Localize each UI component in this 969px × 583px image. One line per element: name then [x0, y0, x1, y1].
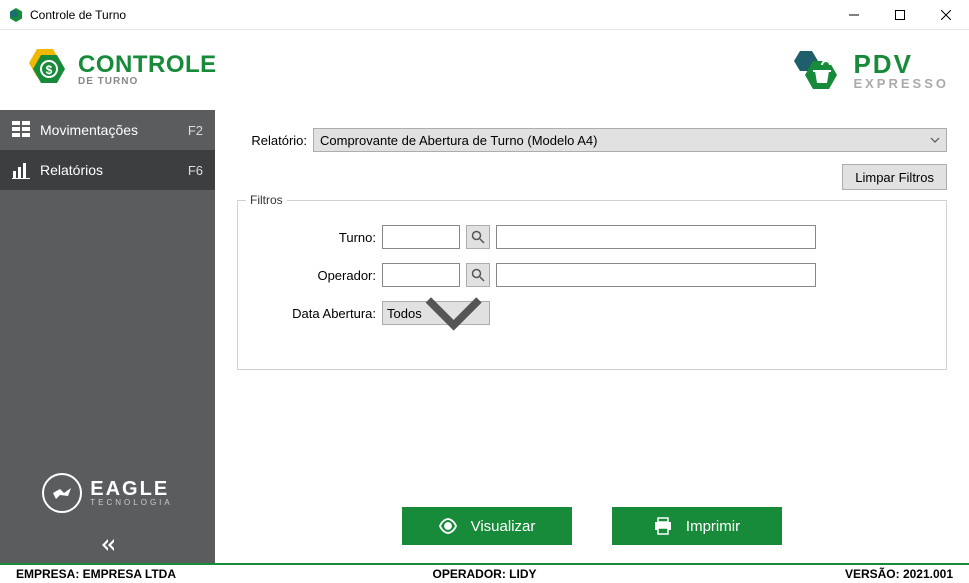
- turno-label: Turno:: [256, 230, 376, 245]
- sidebar: Movimentações F2 Relatórios F6 EAGLE TEC…: [0, 110, 215, 563]
- sidebar-item-label: Relatórios: [40, 162, 188, 178]
- imprimir-label: Imprimir: [686, 518, 740, 535]
- eagle-logo: EAGLE TECNOLOGIA: [0, 459, 215, 527]
- sidebar-item-movimentacoes[interactable]: Movimentações F2: [0, 110, 215, 150]
- eagle-sub: TECNOLOGIA: [90, 499, 172, 507]
- data-abertura-label: Data Abertura:: [256, 306, 376, 321]
- visualizar-label: Visualizar: [471, 518, 536, 535]
- data-abertura-select[interactable]: Todos: [382, 301, 490, 325]
- titlebar: Controle de Turno: [0, 0, 969, 30]
- grid-icon: [12, 121, 30, 139]
- data-abertura-value: Todos: [387, 306, 422, 321]
- app-icon: [8, 7, 24, 23]
- header-banner: $ CONTROLE DE TURNO PDV EXPRESSO: [0, 30, 969, 110]
- imprimir-button[interactable]: Imprimir: [612, 507, 782, 545]
- window-title: Controle de Turno: [30, 8, 831, 22]
- sidebar-item-relatorios[interactable]: Relatórios F6: [0, 150, 215, 190]
- turno-lookup-button[interactable]: [466, 225, 490, 249]
- operador-label: Operador:: [256, 268, 376, 283]
- filtros-fieldset: Filtros Turno: Operador: Data Abertura:: [237, 200, 947, 370]
- status-bar: EMPRESA: EMPRESA LTDA OPERADOR: LIDY VER…: [0, 563, 969, 583]
- content-area: Relatório: Comprovante de Abertura de Tu…: [215, 110, 969, 563]
- logo-pdv-expresso: PDV EXPRESSO: [785, 43, 949, 98]
- svg-text:$: $: [46, 63, 53, 77]
- sidebar-item-shortcut: F6: [188, 163, 203, 178]
- maximize-button[interactable]: [877, 0, 923, 30]
- pdv-hex-icon: [785, 43, 845, 98]
- search-icon: [471, 230, 485, 244]
- limpar-filtros-button[interactable]: Limpar Filtros: [842, 164, 947, 190]
- collapse-sidebar-button[interactable]: [0, 527, 215, 563]
- controle-hex-icon: $: [20, 45, 70, 95]
- eagle-main: EAGLE: [90, 479, 172, 499]
- logo-right-sub: EXPRESSO: [853, 77, 949, 90]
- chevron-down-icon: [930, 135, 940, 145]
- printer-icon: [654, 517, 672, 535]
- close-button[interactable]: [923, 0, 969, 30]
- status-empresa: EMPRESA: EMPRESA LTDA: [0, 565, 323, 583]
- logo-left-sub: DE TURNO: [78, 77, 217, 87]
- status-versao: VERSÃO: 2021.001: [646, 565, 969, 583]
- chart-icon: [12, 161, 30, 179]
- sidebar-item-shortcut: F2: [188, 123, 203, 138]
- relatorio-label: Relatório:: [237, 133, 307, 148]
- turno-code-input[interactable]: [382, 225, 460, 249]
- chevron-double-left-icon: [98, 535, 118, 555]
- logo-right-main: PDV: [853, 51, 949, 77]
- status-operador: OPERADOR: LIDY: [323, 565, 646, 583]
- minimize-button[interactable]: [831, 0, 877, 30]
- eye-icon: [439, 517, 457, 535]
- turno-desc-input[interactable]: [496, 225, 816, 249]
- chevron-down-icon: [422, 281, 485, 344]
- filtros-legend: Filtros: [246, 193, 287, 207]
- logo-left-main: CONTROLE: [78, 53, 217, 77]
- eagle-icon: [50, 481, 74, 505]
- sidebar-item-label: Movimentações: [40, 122, 188, 138]
- operador-desc-input[interactable]: [496, 263, 816, 287]
- logo-controle-turno: $ CONTROLE DE TURNO: [20, 45, 217, 95]
- search-icon: [471, 268, 485, 282]
- relatorio-value: Comprovante de Abertura de Turno (Modelo…: [320, 133, 598, 148]
- relatorio-select[interactable]: Comprovante de Abertura de Turno (Modelo…: [313, 128, 947, 152]
- visualizar-button[interactable]: Visualizar: [402, 507, 572, 545]
